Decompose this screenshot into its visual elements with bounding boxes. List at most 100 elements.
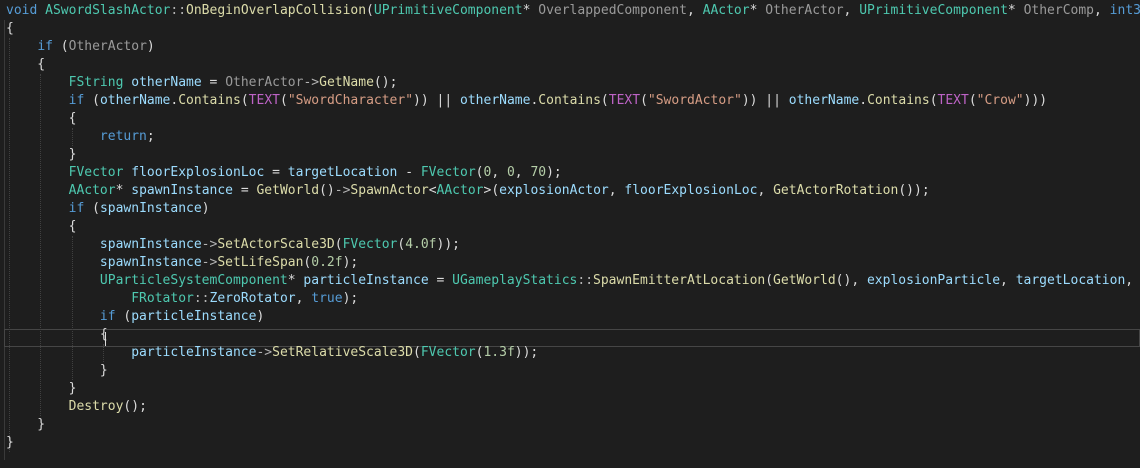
code-token: -	[397, 165, 421, 180]
code-token: true	[311, 291, 343, 306]
code-token: }	[6, 435, 14, 450]
code-line[interactable]: }	[6, 362, 108, 380]
code-token: FVector	[68, 165, 124, 180]
code-token: FVector	[342, 237, 398, 252]
code-line[interactable]: AActor* spawnInstance = GetWorld()->Spaw…	[6, 182, 930, 200]
code-line[interactable]: {	[6, 20, 14, 38]
code-line[interactable]: if (particleInstance)	[6, 308, 264, 326]
code-token: spawnInstance	[131, 183, 233, 198]
code-token: )	[256, 309, 265, 324]
code-token: OtherActor	[225, 75, 304, 90]
code-token: FVector	[420, 345, 476, 360]
code-token: ::	[577, 273, 594, 288]
code-line[interactable]: FRotator::ZeroRotator, true);	[6, 290, 358, 308]
code-token: UGameplayStatics	[452, 273, 578, 288]
code-line[interactable]: FVector floorExplosionLoc = targetLocati…	[6, 164, 562, 182]
code-token: ,	[686, 3, 703, 18]
code-token: "SwordCharacter"	[287, 93, 414, 108]
code-token: SetLifeSpan	[217, 255, 304, 270]
code-token: ,	[843, 3, 860, 18]
code-token: ->	[256, 345, 273, 360]
code-token: 0	[506, 165, 515, 180]
code-token: OtherComp	[1023, 3, 1095, 18]
code-token: Destroy	[68, 399, 124, 414]
code-token: OtherActor	[68, 39, 147, 54]
code-line[interactable]: void ASwordSlashActor::OnBeginOverlapCol…	[6, 2, 1140, 20]
code-token: if	[37, 39, 53, 54]
code-token: *	[522, 3, 539, 18]
code-token: GetWorld	[256, 183, 320, 198]
code-token: explosionActor	[499, 183, 609, 198]
code-line[interactable]: if (spawnInstance)	[6, 200, 210, 218]
code-token: ,	[757, 183, 774, 198]
code-token: ();	[373, 75, 398, 90]
code-token: >(	[483, 183, 500, 198]
code-token: (	[929, 93, 938, 108]
code-token: ZeroRotator	[209, 291, 296, 306]
code-token: {	[6, 219, 77, 234]
code-token: targetLocation	[1015, 273, 1126, 288]
code-line[interactable]: Destroy();	[6, 398, 147, 416]
code-token: ();	[123, 399, 147, 414]
code-token: void	[6, 3, 38, 18]
code-line[interactable]: {	[6, 110, 77, 128]
code-line[interactable]: }	[6, 434, 14, 452]
code-token: }	[6, 381, 77, 396]
code-line[interactable]: if (otherName.Contains(TEXT("SwordCharac…	[6, 92, 1047, 110]
code-token: UParticleSystemComponent	[99, 273, 288, 288]
code-token: ()	[319, 183, 335, 198]
code-line[interactable]: spawnInstance->SetLifeSpan(0.2f);	[6, 254, 358, 272]
code-token: (	[640, 93, 648, 108]
code-token: "SwordActor"	[647, 93, 742, 108]
code-token: ->	[334, 183, 351, 198]
code-line[interactable]: {	[6, 326, 108, 344]
code-line[interactable]: }	[6, 416, 45, 434]
code-token: )	[201, 201, 210, 216]
code-line[interactable]: {	[6, 56, 45, 74]
code-token: otherName	[99, 93, 171, 108]
code-token: GetName	[319, 75, 374, 90]
code-token: FVector	[420, 165, 476, 180]
code-token: SpawnActor	[350, 183, 429, 198]
code-token: (	[366, 3, 374, 18]
code-token: (	[968, 93, 977, 108]
fold-margin[interactable]	[4, 20, 5, 460]
code-token: SetActorScale3D	[217, 237, 335, 252]
code-line[interactable]: return;	[6, 128, 155, 146]
code-token: int32	[1109, 3, 1140, 18]
code-token: 0.2f	[311, 255, 343, 270]
code-token: (	[413, 345, 421, 360]
code-line[interactable]: UParticleSystemComponent* particleInstan…	[6, 272, 1133, 290]
code-token: particleInstance	[303, 273, 429, 288]
code-token: =	[264, 165, 288, 180]
code-token: {	[6, 111, 77, 126]
code-token: *	[287, 273, 304, 288]
code-token: GetWorld	[773, 273, 836, 288]
code-token: (	[52, 39, 69, 54]
code-line[interactable]: }	[6, 380, 77, 398]
code-token: (	[334, 237, 343, 252]
code-line[interactable]: particleInstance->SetRelativeScale3D(FVe…	[6, 344, 538, 362]
code-token: )))	[1023, 93, 1048, 108]
code-token: =	[201, 75, 226, 90]
code-token: ;	[146, 129, 155, 144]
code-line[interactable]: }	[6, 146, 77, 164]
code-line[interactable]: if (OtherActor)	[6, 38, 154, 56]
code-token: {	[6, 327, 108, 342]
code-token: *	[1007, 3, 1024, 18]
code-token: UPrimitiveComponent	[373, 3, 523, 18]
code-line[interactable]: FString otherName = OtherActor->GetName(…	[6, 74, 398, 92]
code-token: AActor	[68, 183, 116, 198]
code-line[interactable]: spawnInstance->SetActorScale3D(FVector(4…	[6, 236, 460, 254]
code-token: ,	[1000, 273, 1016, 288]
code-token: ,	[1094, 3, 1110, 18]
code-token: {	[6, 57, 46, 72]
code-editor[interactable]: void ASwordSlashActor::OnBeginOverlapCol…	[0, 0, 1140, 468]
code-line[interactable]: {	[6, 218, 77, 236]
